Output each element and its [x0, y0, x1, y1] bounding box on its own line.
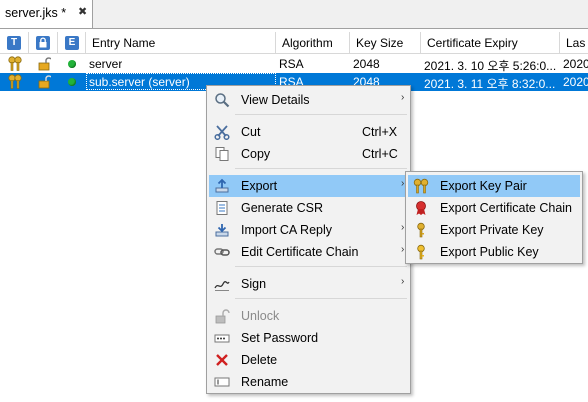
submenu-arrow-icon: › [401, 276, 405, 287]
close-icon[interactable]: ✖ [78, 5, 87, 18]
menu-item-label: Cut [241, 125, 261, 139]
column-header-label: Entry Name [92, 36, 156, 50]
column-header-label: Algorithm [282, 36, 333, 50]
menu-item-label: Copy [241, 147, 271, 161]
delete-icon [216, 354, 228, 366]
menu-item-set-password[interactable]: Set Password [209, 327, 408, 349]
copy-icon [215, 147, 229, 161]
menu-item-label: Rename [241, 375, 289, 389]
menu-item-cut[interactable]: Cut Ctrl+X [209, 121, 408, 143]
column-header-type[interactable]: T [0, 32, 29, 54]
lock-icon [36, 36, 50, 50]
menu-item-label: View Details [241, 93, 310, 107]
menu-item-export[interactable]: Export › [209, 175, 408, 197]
column-header-lock[interactable] [29, 32, 58, 54]
last-modified: 2020 [563, 57, 588, 71]
public-key-icon [417, 244, 425, 260]
certificate-icon [416, 201, 426, 215]
menu-item-edit-cert-chain[interactable]: Edit Certificate Chain › [209, 241, 408, 263]
tab-label: server.jks * [5, 6, 67, 20]
key-size: 2048 [353, 57, 380, 71]
column-header-expiry[interactable]: E [58, 32, 86, 54]
menu-item-label: Export Private Key [440, 223, 544, 237]
entry-name: sub.server (server) [89, 75, 190, 89]
menu-item-label: Export Public Key [440, 245, 539, 259]
status-ok-icon [68, 60, 76, 68]
menu-item-label: Export [241, 179, 278, 193]
document-icon [216, 201, 228, 215]
menu-item-rename[interactable]: Rename [209, 371, 408, 393]
menu-separator [235, 114, 407, 115]
column-header-cert-expiry[interactable]: Certificate Expiry [421, 32, 560, 54]
rename-icon [214, 377, 230, 387]
unlocked-icon [38, 57, 51, 71]
table-row[interactable]: server RSA 2048 2021. 3. 10 오후 5:26:0...… [0, 55, 588, 73]
column-header-label: Las [566, 36, 586, 50]
magnifier-icon [215, 93, 230, 108]
signature-icon [214, 281, 230, 291]
menu-item-delete[interactable]: Delete [209, 349, 408, 371]
menu-item-label: Generate CSR [241, 201, 323, 215]
menu-separator [235, 266, 407, 267]
chain-icon [214, 248, 230, 256]
tab-bar: server.jks * ✖ [0, 0, 588, 29]
column-header-algorithm[interactable]: Algorithm [276, 32, 350, 54]
menu-item-sign[interactable]: Sign › [209, 273, 408, 295]
menu-item-import-ca-reply[interactable]: Import CA Reply › [209, 219, 408, 241]
menu-item-view-details[interactable]: View Details › [209, 89, 408, 111]
tab-server-jks[interactable]: server.jks * ✖ [0, 0, 93, 28]
submenu-arrow-icon: › [401, 222, 405, 233]
cert-expiry: 2021. 3. 11 오후 8:32:0... [424, 77, 556, 91]
unlock-icon [215, 309, 230, 324]
menu-item-label: Unlock [241, 309, 280, 323]
menu-item-unlock: Unlock [209, 305, 408, 327]
menu-separator [235, 298, 407, 299]
submenu-arrow-icon: › [401, 178, 405, 189]
context-menu: View Details › Cut Ctrl+X Copy Ctrl+C Ex… [206, 85, 411, 394]
shortcut-label: Ctrl+X [362, 125, 398, 139]
menu-item-label: Edit Certificate Chain [241, 245, 359, 259]
import-icon [215, 224, 229, 237]
submenu-arrow-icon: › [401, 244, 405, 255]
key-pair-icon [8, 56, 22, 71]
column-header-label: Key Size [356, 36, 404, 50]
cert-expiry: 2021. 3. 10 오후 5:26:0... [424, 59, 557, 73]
key-pair-icon [413, 178, 429, 194]
submenu-arrow-icon: › [401, 92, 405, 103]
unlocked-icon [38, 75, 51, 89]
last-modified: 2020 [563, 75, 588, 89]
menu-item-export-cert-chain[interactable]: Export Certificate Chain [408, 197, 580, 219]
menu-item-generate-csr[interactable]: Generate CSR [209, 197, 408, 219]
column-header-label: Certificate Expiry [427, 36, 518, 50]
entry-name: server [89, 57, 123, 71]
expiry-column-icon: E [65, 36, 79, 50]
status-ok-icon [68, 78, 76, 86]
menu-item-export-public-key[interactable]: Export Public Key [408, 241, 580, 263]
shortcut-label: Ctrl+C [362, 147, 398, 161]
export-submenu: Export Key Pair Export Certificate Chain… [405, 171, 583, 264]
menu-item-label: Delete [241, 353, 278, 367]
column-header-key-size[interactable]: Key Size [350, 32, 421, 54]
menu-item-label: Import CA Reply [241, 223, 333, 237]
menu-item-copy[interactable]: Copy Ctrl+C [209, 143, 408, 165]
menu-item-label: Export Certificate Chain [440, 201, 573, 215]
algorithm: RSA [279, 57, 304, 71]
column-header-entry-name[interactable]: Entry Name [86, 32, 276, 54]
column-header-last-modified[interactable]: Las [560, 32, 588, 54]
menu-item-export-private-key[interactable]: Export Private Key [408, 219, 580, 241]
password-icon [214, 334, 230, 343]
menu-separator [235, 168, 407, 169]
private-key-icon [417, 222, 425, 238]
menu-item-label: Sign [241, 277, 267, 291]
type-column-icon: T [7, 36, 21, 50]
export-icon [215, 178, 229, 193]
menu-item-label: Set Password [241, 331, 319, 345]
menu-item-label: Export Key Pair [440, 179, 527, 193]
key-pair-icon [8, 74, 22, 89]
scissors-icon [214, 125, 230, 140]
menu-item-export-key-pair[interactable]: Export Key Pair [408, 175, 580, 197]
